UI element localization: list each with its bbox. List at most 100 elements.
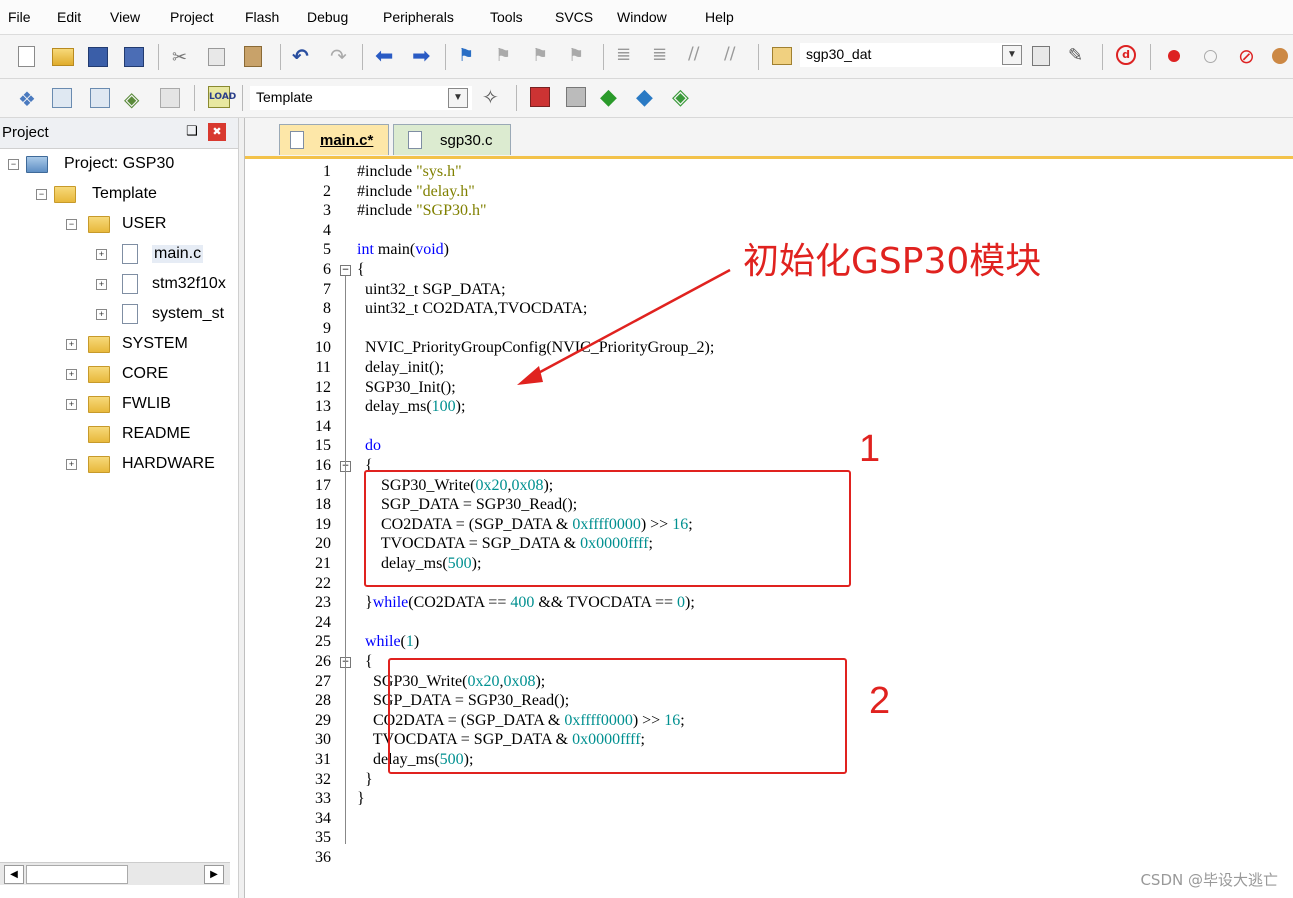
menu-item-svcs[interactable]: SVCS [555,9,593,25]
redo-icon[interactable]: ↷ [330,44,350,68]
collapse-icon[interactable]: − [66,219,77,230]
debug-tool-icon[interactable]: ✎ [1068,45,1088,66]
tree-item-system[interactable]: + SYSTEM [0,332,236,358]
expand-icon[interactable]: + [66,339,77,350]
breakpoint-icon[interactable] [1168,50,1180,62]
tab-sgp30-c[interactable]: sgp30.c [393,124,511,155]
expand-icon[interactable]: + [96,279,107,290]
kill-breakpoints-icon[interactable] [1272,48,1288,64]
save-all-icon[interactable] [124,47,144,67]
manage-rte-icon[interactable]: ◆ [600,85,620,110]
tree-item-readme[interactable]: README [0,422,236,448]
chevron-down-icon[interactable]: ▼ [448,88,468,108]
menu-item-peripherals[interactable]: Peripherals [383,9,454,25]
incremental-find-icon[interactable] [1032,46,1050,66]
comment-icon[interactable]: // [688,44,708,64]
target-select[interactable]: Template ▼ [250,86,472,110]
folder-icon [88,216,110,233]
menu-item-project[interactable]: Project [170,9,214,25]
batch-build-icon[interactable]: ◈ [124,87,144,111]
paste-icon[interactable] [244,46,262,67]
start-debug-icon[interactable]: d [1116,45,1136,65]
select-packs-icon[interactable] [566,87,586,107]
scroll-right-button[interactable]: ▶ [204,865,224,884]
chevron-down-icon[interactable]: ▼ [1002,45,1022,65]
menu-item-view[interactable]: View [110,9,140,25]
find-combo-value: sgp30_dat [806,46,872,62]
find-combo[interactable]: sgp30_dat ▼ [800,43,1022,67]
code-line: delay_ms(100); [357,398,466,416]
line-number: 25 [315,633,331,651]
expand-icon[interactable]: + [96,249,107,260]
line-number: 33 [315,790,331,808]
menu-item-help[interactable]: Help [705,9,734,25]
find-in-files-icon[interactable] [772,47,792,65]
undo-icon[interactable]: ↶ [292,44,312,68]
menu-item-debug[interactable]: Debug [307,9,348,25]
tree-scrollbar[interactable]: ◀ ▶ [0,862,230,885]
line-number: 35 [315,829,331,847]
clear-bookmarks-icon[interactable]: ⚑ [568,45,588,66]
code-line: SGP30_Init(); [357,378,456,396]
save-icon[interactable] [88,47,108,67]
tree-item-main-c[interactable]: + main.c [0,242,236,268]
expand-icon[interactable]: + [66,369,77,380]
translate-icon[interactable]: ❖ [18,87,38,111]
tree-item-stm32f10x[interactable]: + stm32f10x [0,272,236,298]
tab-main-c[interactable]: main.c* [279,124,389,155]
close-icon[interactable]: ✖ [208,123,226,141]
forward-arrow-icon[interactable]: ➡ [412,44,432,69]
build-icon[interactable] [52,88,72,108]
menu-item-file[interactable]: File [8,9,31,25]
unindent-icon[interactable]: ≣ [652,44,672,65]
line-number: 34 [315,809,331,827]
tree-item-fwlib[interactable]: + FWLIB [0,392,236,418]
watermark: CSDN @毕设大逃亡 [1140,871,1278,889]
tree-item-user[interactable]: − USER [0,212,236,238]
new-file-icon[interactable] [18,46,35,67]
pack-installer-icon[interactable]: ◆ [636,85,656,110]
stop-build-icon[interactable] [160,88,180,108]
expand-icon[interactable]: + [66,399,77,410]
disable-breakpoint-icon[interactable] [1204,50,1217,63]
tree-item-label: README [122,425,191,442]
tree-item-hardware[interactable]: + HARDWARE [0,452,236,478]
indent-icon[interactable]: ≣ [616,44,636,65]
manage-project-icon[interactable] [530,87,550,107]
line-number: 12 [315,378,331,396]
menu-item-flash[interactable]: Flash [245,9,279,25]
collapse-icon[interactable]: − [36,189,47,200]
scroll-thumb[interactable] [26,865,128,884]
fold-toggle-icon[interactable]: − [340,265,351,276]
back-arrow-icon[interactable]: ⬅ [375,44,395,69]
pin-icon[interactable]: ❑ [186,124,198,139]
bookmark-icon[interactable]: ⚑ [458,45,478,66]
menu-item-window[interactable]: Window [617,9,667,25]
menu-item-edit[interactable]: Edit [57,9,81,25]
expand-icon[interactable]: + [66,459,77,470]
menu-item-tools[interactable]: Tools [490,9,523,25]
software-packs-icon[interactable]: ◈ [672,85,692,110]
clear-breakpoints-icon[interactable]: ⊘ [1238,44,1258,68]
tree-item-template[interactable]: − Template [0,182,236,208]
next-bookmark-icon[interactable]: ⚑ [532,45,552,66]
uncomment-icon[interactable]: // [724,44,744,64]
collapse-icon[interactable]: − [8,159,19,170]
target-options-icon[interactable]: ✧ [482,85,502,109]
cut-icon[interactable]: ✂ [172,47,192,68]
rebuild-icon[interactable] [90,88,110,108]
open-folder-icon[interactable] [52,48,74,66]
tree-item-system-st[interactable]: + system_st [0,302,236,328]
tree-item-project-gsp30[interactable]: − Project: GSP30 [0,152,236,178]
scroll-left-button[interactable]: ◀ [4,865,24,884]
load-icon[interactable]: LOAD [208,86,236,108]
tree-item-core[interactable]: + CORE [0,362,236,388]
line-number: 27 [315,672,331,690]
toolbar-target: ❖ ◈ LOAD Template ▼ ✧ ◆ ◆ ◈ [0,79,1293,118]
expand-icon[interactable]: + [96,309,107,320]
tab-label: main.c* [320,132,374,149]
copy-icon[interactable] [208,48,225,66]
prev-bookmark-icon[interactable]: ⚑ [495,45,515,66]
tree-item-label: Project: GSP30 [64,155,175,172]
line-number: 6 [323,261,331,278]
